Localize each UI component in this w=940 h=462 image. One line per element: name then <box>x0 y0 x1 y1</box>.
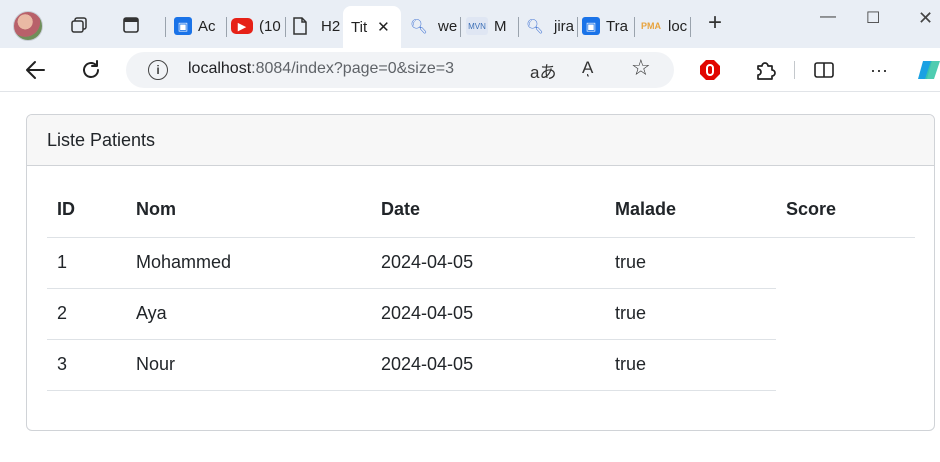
card-title: Liste Patients <box>27 115 934 166</box>
table-row: 1 Mohammed 2024-04-05 true <box>47 237 915 289</box>
minimize-button[interactable]: — <box>820 8 836 26</box>
tab-actions-icon[interactable] <box>120 14 142 36</box>
youtube-icon: ▶ <box>231 18 253 34</box>
back-button[interactable] <box>22 57 48 83</box>
tab-label: we <box>438 17 458 35</box>
tab-label: jira <box>554 17 575 35</box>
more-menu-icon[interactable]: ··· <box>866 57 892 83</box>
tab-label: Ac <box>198 17 216 35</box>
column-header-malade: Malade <box>605 196 776 238</box>
tab-active[interactable]: Tit ✕ <box>343 6 401 48</box>
table-header-row: ID Nom Date Malade Score <box>47 196 915 238</box>
patients-card: Liste Patients ID Nom Date Malade Score … <box>26 114 935 431</box>
tab-label: Tra <box>606 17 628 35</box>
url-path: :8084/index?page=0&size=3 <box>251 60 454 77</box>
split-screen-icon[interactable] <box>811 57 837 83</box>
tab-youtube[interactable]: ▶ (10 <box>231 8 283 44</box>
patients-table: ID Nom Date Malade Score 1 Mohammed 2024… <box>47 196 915 391</box>
page-content: Liste Patients ID Nom Date Malade Score … <box>0 92 940 462</box>
url-text[interactable]: localhost:8084/index?page=0&size=3 <box>188 60 454 78</box>
profile-avatar[interactable] <box>13 11 43 41</box>
url-host: localhost <box>188 60 252 77</box>
column-header-nom: Nom <box>126 196 371 238</box>
cell-date: 2024-04-05 <box>371 288 605 340</box>
column-header-date: Date <box>371 196 605 238</box>
cell-nom: Mohammed <box>126 237 371 289</box>
cell-malade: true <box>605 288 776 340</box>
cell-date: 2024-04-05 <box>371 237 605 289</box>
document-icon <box>291 17 309 35</box>
browser-toolbar: i localhost:8084/index?page=0&size=3 aあ … <box>0 48 940 92</box>
search-icon: 🔍︎ <box>526 17 544 34</box>
cell-date: 2024-04-05 <box>371 339 605 391</box>
close-tab-icon[interactable]: ✕ <box>377 18 390 36</box>
adblock-icon[interactable] <box>697 57 723 83</box>
tab-label: Tit <box>351 18 368 36</box>
close-window-icon[interactable]: ✕ <box>918 8 933 29</box>
address-bar[interactable]: i localhost:8084/index?page=0&size=3 aあ … <box>126 52 674 88</box>
phpmyadmin-icon: PMA <box>641 21 661 31</box>
cell-score <box>776 339 915 390</box>
tab-loc[interactable]: PMA loc <box>640 8 690 44</box>
user-card-icon: ▣ <box>582 17 600 35</box>
column-header-id: ID <box>47 196 126 238</box>
tab-label: M <box>494 17 507 35</box>
tab-label: (10 <box>259 17 281 35</box>
new-tab-button[interactable]: + <box>704 9 726 36</box>
browser-tab-bar: ▣ Ac ▶ (10 H2 Tit ✕ 🔍︎ we MVN M 🔍︎ jira … <box>0 0 940 48</box>
tab-maven[interactable]: MVN M <box>466 8 516 44</box>
cell-nom: Aya <box>126 288 371 340</box>
tab-label: H2 <box>321 17 341 35</box>
cell-id: 2 <box>47 288 126 340</box>
copilot-icon[interactable] <box>916 57 940 83</box>
tab-search-we[interactable]: 🔍︎ we <box>410 8 460 44</box>
tab-tra[interactable]: ▣ Tra <box>582 8 632 44</box>
site-info-icon[interactable]: i <box>148 60 168 80</box>
cell-malade: true <box>605 237 776 289</box>
read-aloud-icon[interactable]: Aͅ <box>582 58 593 78</box>
tab-ac[interactable]: ▣ Ac <box>174 8 224 44</box>
tab-label: loc <box>668 17 688 35</box>
favorite-star-icon[interactable]: ☆ <box>631 55 651 81</box>
tab-search-jira[interactable]: 🔍︎ jira <box>526 8 576 44</box>
column-header-score: Score <box>776 196 915 238</box>
maven-icon: MVN <box>466 17 488 35</box>
user-card-icon: ▣ <box>174 17 192 35</box>
immersive-reader-icon[interactable]: aあ <box>530 58 556 83</box>
table-row: 2 Aya 2024-04-05 true <box>47 288 915 340</box>
refresh-button[interactable] <box>78 57 104 83</box>
maximize-button[interactable]: ☐ <box>866 8 880 28</box>
table-row: 3 Nour 2024-04-05 true <box>47 339 915 391</box>
search-icon: 🔍︎ <box>410 17 428 34</box>
cell-malade: true <box>605 339 776 391</box>
cell-nom: Nour <box>126 339 371 391</box>
cell-id: 1 <box>47 237 126 289</box>
workspaces-icon[interactable] <box>68 14 90 36</box>
extensions-icon[interactable] <box>752 57 778 83</box>
cell-id: 3 <box>47 339 126 391</box>
cell-score <box>776 288 915 339</box>
tab-h2[interactable]: H2 <box>291 8 343 44</box>
cell-score <box>776 237 915 288</box>
